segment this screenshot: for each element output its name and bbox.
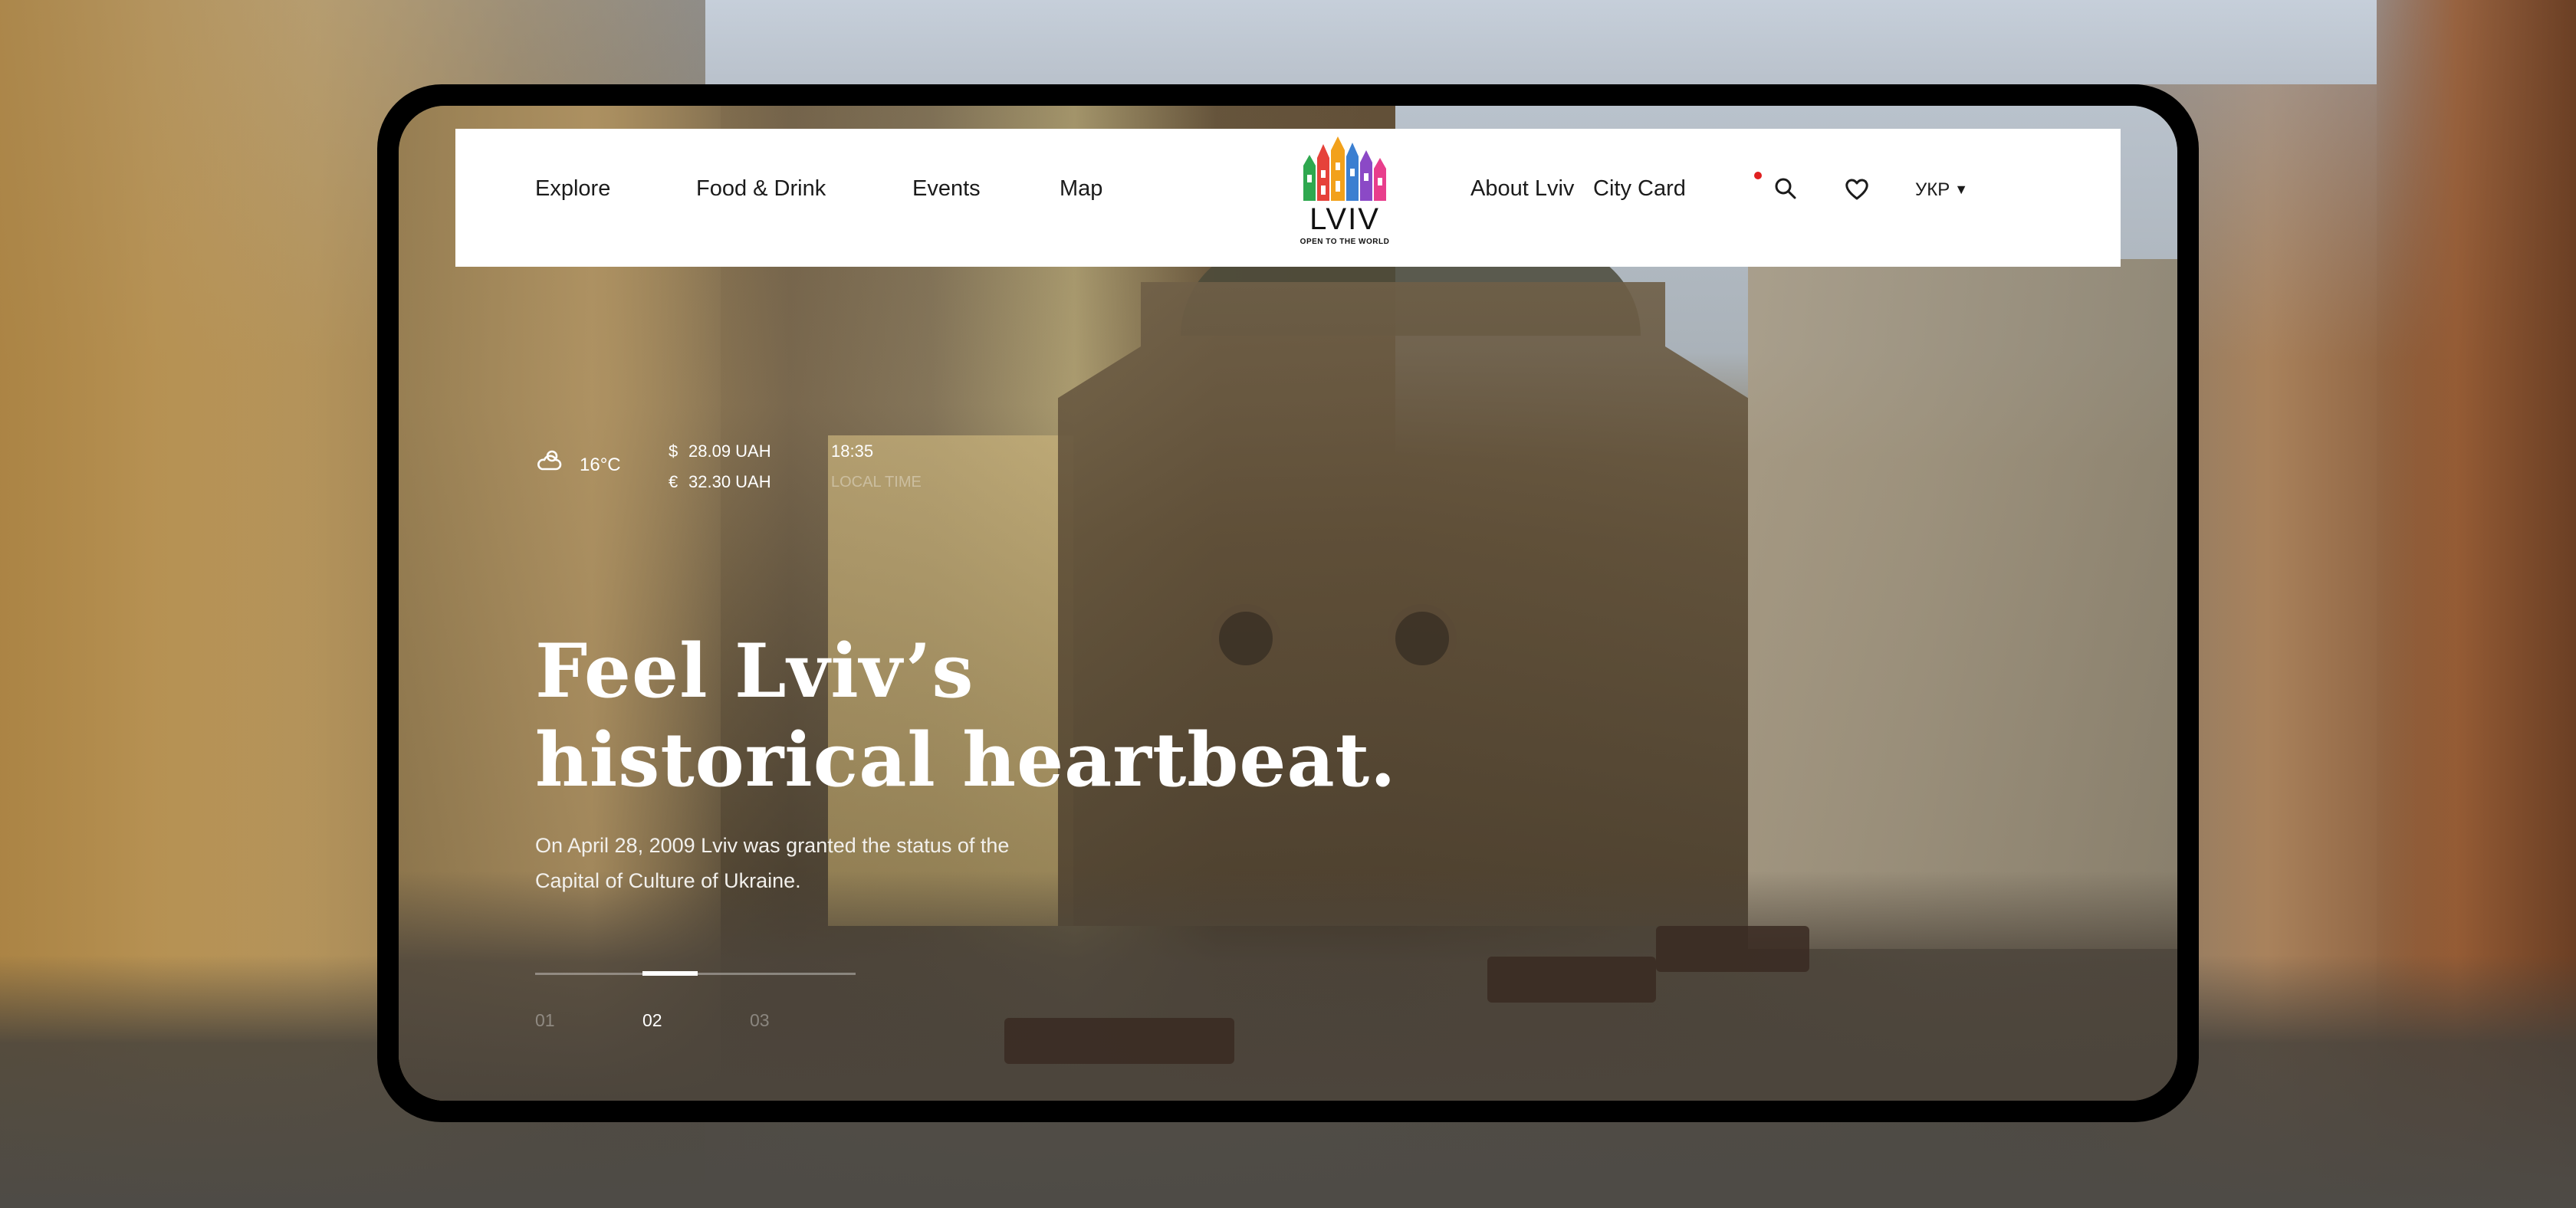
hero-photo-bench	[1487, 957, 1656, 1003]
hero-title: Feel Lviv’s historical heartbeat.	[535, 627, 1396, 805]
device-frame: Explore Food & Drink Events Map LVIV OPE…	[377, 84, 2199, 1122]
temperature: 16°C	[580, 455, 621, 475]
hero-photo-bench	[1656, 926, 1809, 972]
local-time: 18:35	[831, 442, 874, 461]
logo-buildings-icon	[1303, 136, 1386, 201]
hero-photo-square	[399, 871, 2177, 1101]
search-icon[interactable]	[1774, 177, 1797, 204]
lviv-logo[interactable]: LVIV OPEN TO THE WORLD	[1299, 135, 1391, 250]
hero-photo-bench	[1004, 1018, 1234, 1064]
hero-photo-window	[1388, 604, 1457, 673]
hero-photo-chapel	[1058, 282, 1748, 926]
eur-rate: 32.30 UAH	[688, 472, 771, 491]
slide-indicator-01[interactable]: 01	[535, 1010, 555, 1031]
hero-title-line-1: Feel Lviv’s	[535, 628, 974, 714]
language-label: УКР	[1915, 179, 1950, 200]
eur-symbol: €	[669, 472, 678, 491]
background-sky	[705, 0, 2377, 84]
nav-item-food-drink[interactable]: Food & Drink	[696, 176, 826, 202]
slide-indicator-03[interactable]: 03	[750, 1010, 770, 1031]
nav-item-about-lviv[interactable]: About Lviv	[1470, 176, 1574, 202]
logo-wordmark: LVIV	[1309, 202, 1380, 236]
city-card-notification-dot	[1754, 172, 1762, 179]
cloud-sun-icon	[535, 448, 564, 477]
nav-item-city-card[interactable]: City Card	[1593, 176, 1686, 202]
usd-rate: 28.09 UAH	[688, 442, 771, 461]
top-navigation: Explore Food & Drink Events Map LVIV OPE…	[455, 129, 2121, 267]
language-selector[interactable]: УКР ▼	[1915, 179, 1968, 201]
slide-indicator-02[interactable]: 02	[642, 1010, 662, 1031]
nav-item-events[interactable]: Events	[912, 176, 981, 202]
nav-item-map[interactable]: Map	[1060, 176, 1102, 202]
heart-icon[interactable]	[1845, 178, 1869, 205]
local-time-label: LOCAL TIME	[831, 474, 922, 491]
logo-tagline: OPEN TO THE WORLD	[1300, 238, 1390, 246]
usd-symbol: $	[669, 442, 678, 461]
website-screen: Explore Food & Drink Events Map LVIV OPE…	[399, 106, 2177, 1101]
caret-down-icon: ▼	[1954, 182, 1969, 197]
hero-photo-street-buildings	[1748, 259, 2177, 949]
nav-item-explore[interactable]: Explore	[535, 176, 610, 202]
slider-progress-active	[642, 971, 698, 976]
hero-title-line-2: historical heartbeat.	[535, 717, 1397, 803]
hero-description: On April 28, 2009 Lviv was granted the s…	[535, 834, 1010, 892]
